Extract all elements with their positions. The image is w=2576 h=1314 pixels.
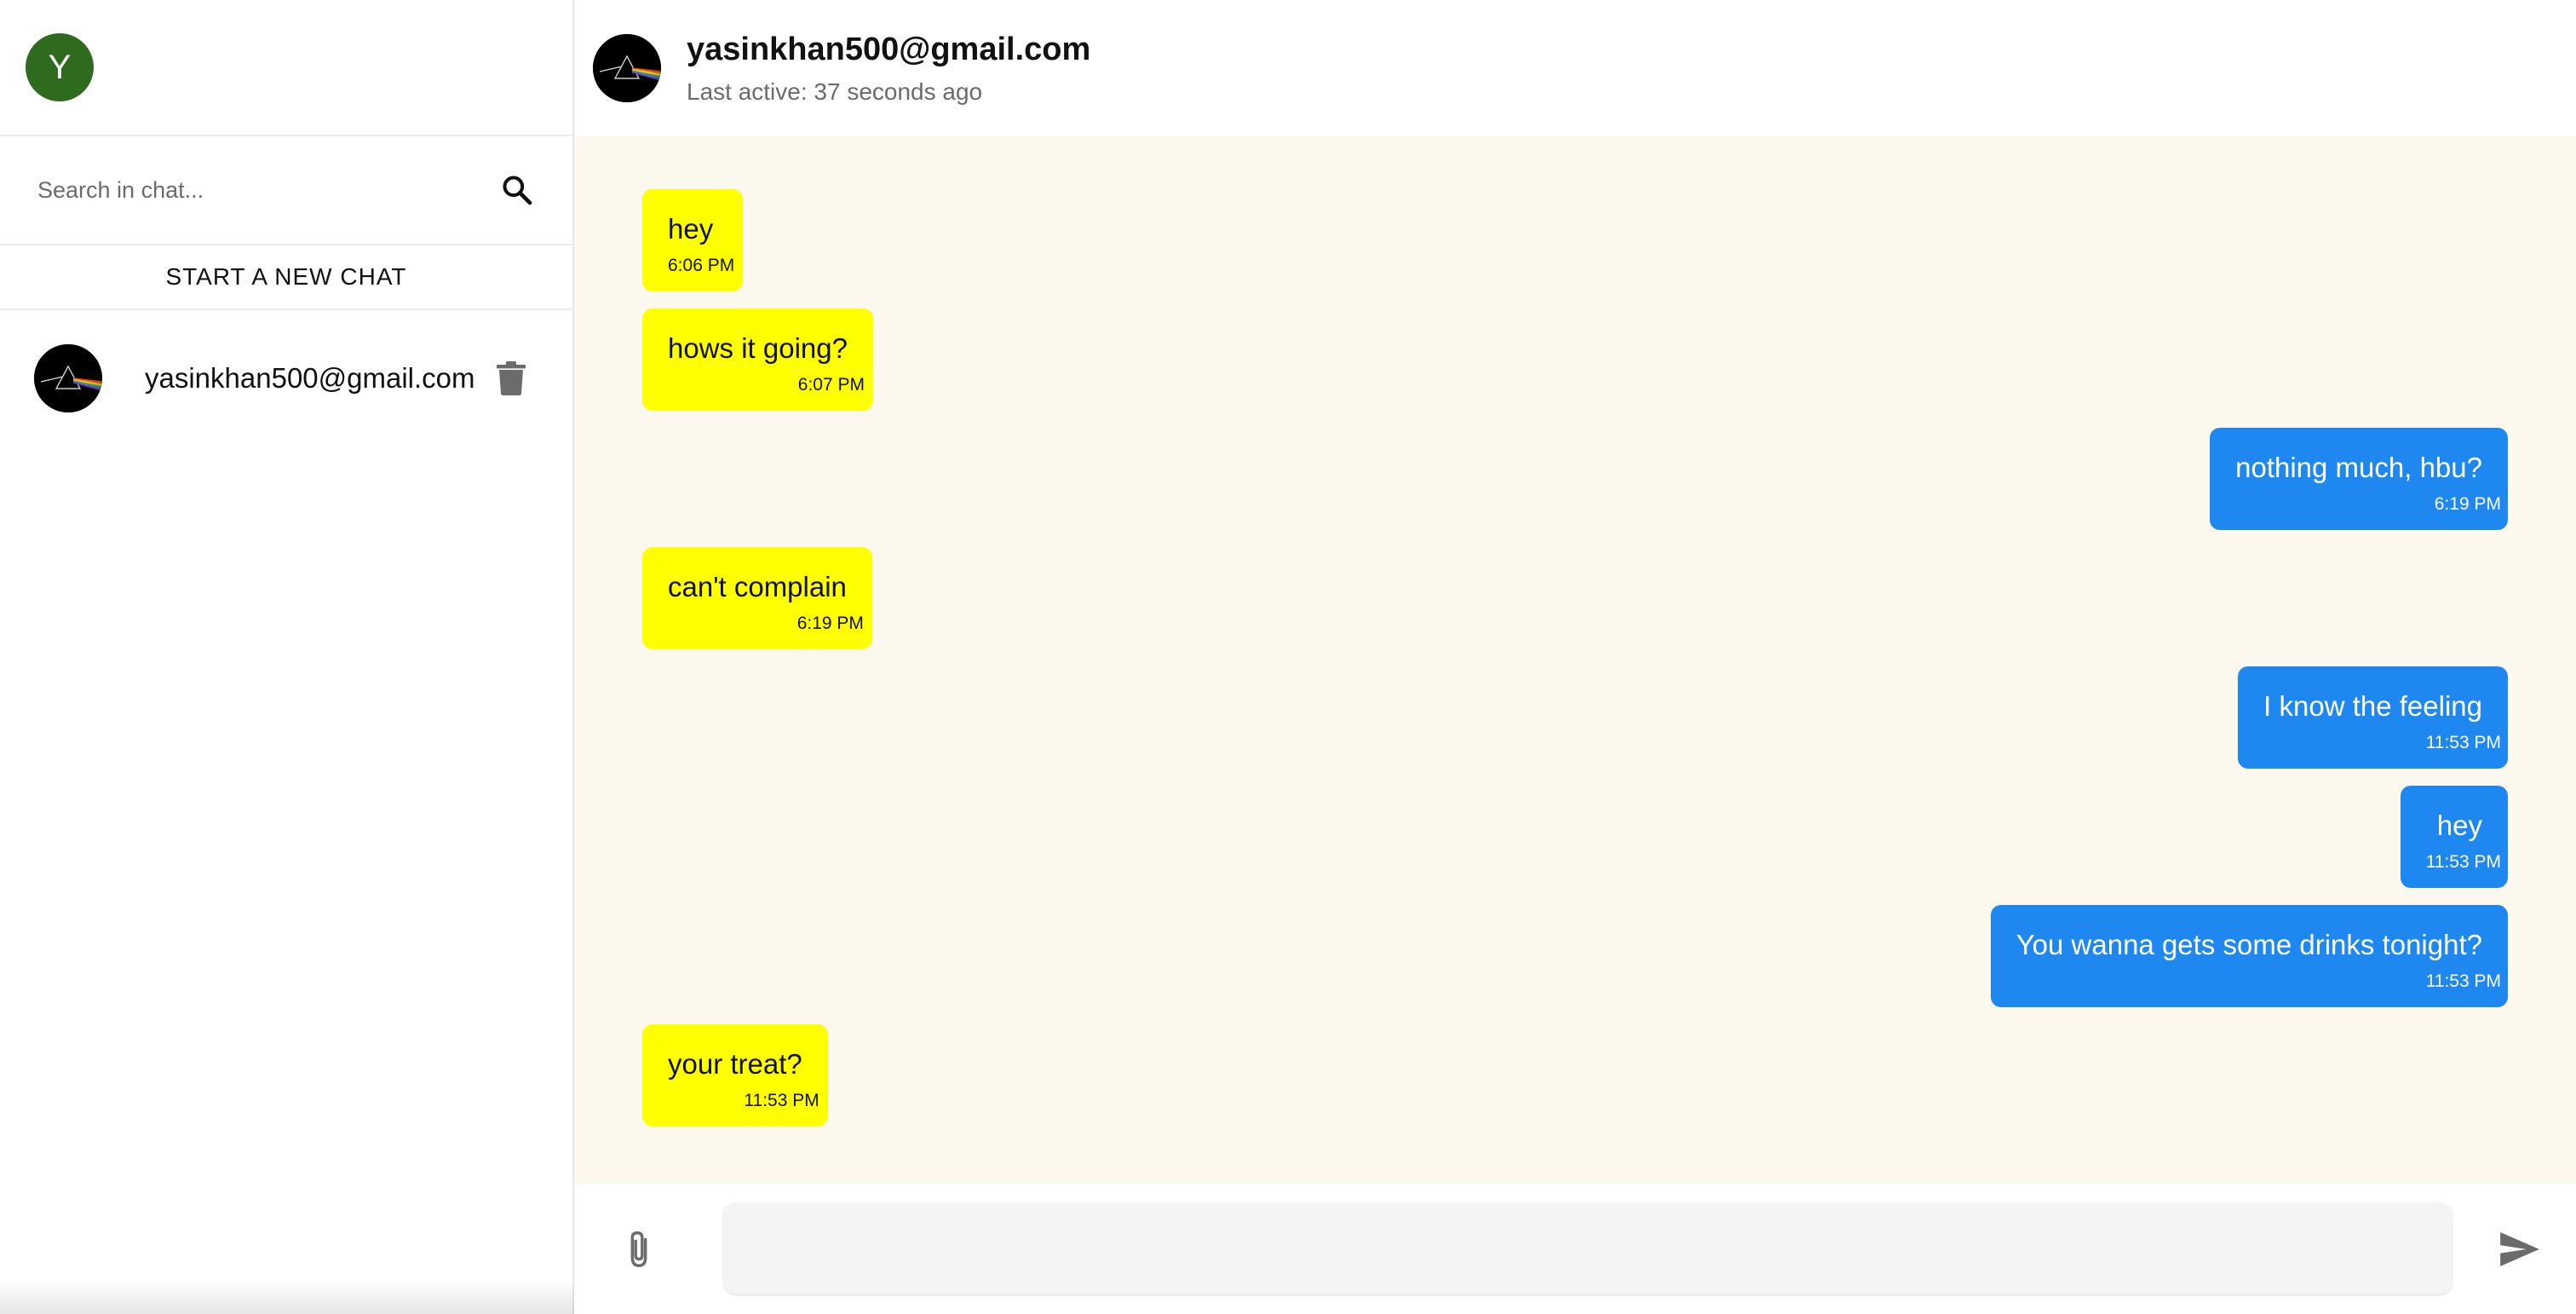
message-row-incoming: hows it going? 6:07 PM [642, 308, 2508, 411]
message-row-incoming: hey 6:06 PM [642, 189, 2508, 291]
message-bubble-outgoing: hey 11:53 PM [2400, 786, 2508, 888]
delete-chat-button[interactable] [492, 360, 530, 397]
message-text: hows it going? [668, 332, 848, 364]
chat-title: yasinkhan500@gmail.com [687, 31, 1091, 67]
attach-button[interactable] [615, 1225, 663, 1273]
message-bubble-outgoing: I know the feeling 11:53 PM [2238, 666, 2508, 769]
sidebar: Y START A NEW CHAT [0, 0, 595, 1314]
message-bubble-incoming: your treat? 11:53 PM [642, 1024, 828, 1127]
message-text: your treat? [668, 1048, 802, 1080]
search-bar [0, 136, 572, 245]
message-time: 11:53 PM [2425, 971, 2501, 991]
last-active-status: Last active: 37 seconds ago [687, 78, 983, 105]
user-avatar-initial: Y [48, 48, 72, 86]
message-text: hey [2436, 810, 2482, 841]
message-bubble-outgoing: nothing much, hbu? 6:19 PM [2210, 428, 2508, 530]
send-icon [2500, 1232, 2539, 1266]
user-avatar[interactable]: Y [26, 33, 94, 101]
chat-app: Y START A NEW CHAT [0, 0, 2576, 1314]
prism-album-icon [593, 34, 661, 102]
chat-panel: yasinkhan500@gmail.com Last active: 37 s… [574, 0, 2576, 1314]
message-bubble-outgoing: You wanna gets some drinks tonight? 11:5… [1990, 905, 2508, 1007]
chat-header: yasinkhan500@gmail.com Last active: 37 s… [574, 0, 2576, 136]
message-time: 11:53 PM [2425, 852, 2501, 872]
message-text: nothing much, hbu? [2235, 452, 2482, 483]
sidebar-header: Y [0, 0, 572, 136]
search-button[interactable] [496, 169, 538, 211]
message-time: 6:07 PM [797, 375, 865, 395]
message-row-outgoing: hey 11:53 PM [642, 786, 2508, 888]
start-new-chat-button[interactable]: START A NEW CHAT [0, 245, 572, 310]
paperclip-icon [630, 1231, 647, 1267]
message-bubble-incoming: hey 6:06 PM [642, 189, 744, 291]
message-row-incoming: your treat? 11:53 PM [642, 1024, 2508, 1127]
message-time: 6:06 PM [668, 256, 735, 275]
message-text: hey [668, 213, 714, 245]
chat-list-item-name: yasinkhan500@gmail.com [145, 362, 475, 394]
search-icon [503, 176, 532, 205]
message-time: 11:53 PM [2425, 733, 2501, 752]
prism-album-icon [34, 344, 102, 412]
chat-header-avatar[interactable] [593, 34, 661, 102]
message-row-incoming: can't complain 6:19 PM [642, 547, 2508, 649]
message-list[interactable]: hey 6:06 PM hows it going? 6:07 PM nothi… [574, 136, 2576, 1184]
message-row-outgoing: nothing much, hbu? 6:19 PM [642, 428, 2508, 530]
search-input[interactable] [37, 176, 480, 204]
message-bubble-incoming: hows it going? 6:07 PM [642, 308, 873, 411]
sidebar-bottom-shadow [0, 1280, 595, 1314]
chat-list-item[interactable]: yasinkhan500@gmail.com [0, 310, 572, 447]
message-row-outgoing: You wanna gets some drinks tonight? 11:5… [642, 905, 2508, 1007]
send-button[interactable] [2496, 1225, 2544, 1273]
message-time: 11:53 PM [744, 1091, 819, 1110]
start-new-chat-label: START A NEW CHAT [165, 263, 407, 290]
contact-avatar [34, 344, 102, 412]
message-text: You wanna gets some drinks tonight? [2015, 929, 2482, 960]
chat-header-info: yasinkhan500@gmail.com Last active: 37 s… [687, 32, 1090, 106]
trash-icon [497, 361, 526, 395]
message-composer [574, 1184, 2576, 1314]
message-bubble-incoming: can't complain 6:19 PM [642, 547, 872, 649]
message-text: can't complain [668, 571, 847, 602]
message-time: 6:19 PM [2434, 494, 2501, 514]
message-time: 6:19 PM [796, 614, 864, 633]
message-row-outgoing: I know the feeling 11:53 PM [642, 666, 2508, 769]
message-text: I know the feeling [2263, 690, 2482, 722]
message-input[interactable] [722, 1202, 2453, 1296]
